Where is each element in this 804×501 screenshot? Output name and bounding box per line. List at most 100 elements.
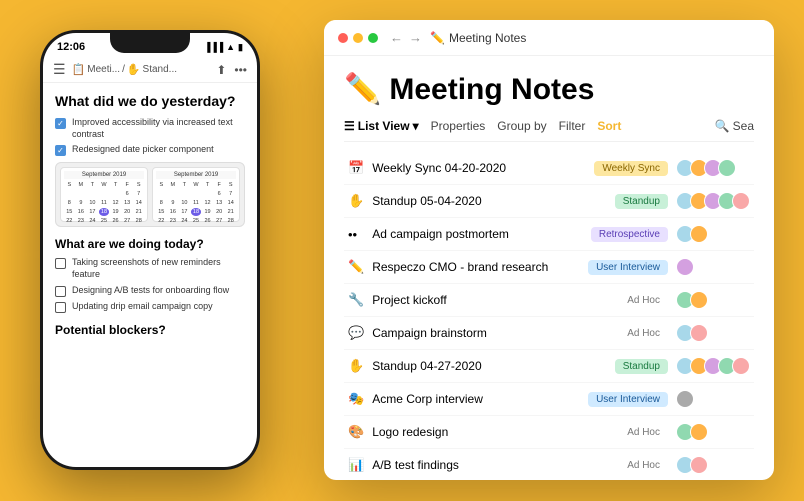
avatar <box>690 423 708 441</box>
toolbar-sort[interactable]: Sort <box>597 119 621 133</box>
row-tag-cell: Retrospective <box>572 218 672 251</box>
maximize-button[interactable] <box>368 33 378 43</box>
row-tag: Ad Hoc <box>619 293 668 308</box>
share-icon[interactable]: ⬆ <box>216 63 226 77</box>
row-title: Campaign brainstorm <box>368 317 572 350</box>
toolbar-group-by[interactable]: Group by <box>497 119 546 133</box>
table-row[interactable]: ••Ad campaign postmortemRetrospective <box>344 218 754 251</box>
row-emoji: 📊 <box>344 449 368 475</box>
window-title: ✏️ Meeting Notes <box>430 31 526 45</box>
table-row[interactable]: ✋Standup 04-27-2020Standup <box>344 350 754 383</box>
table-row[interactable]: 🎭Acme Corp interviewUser Interview <box>344 383 754 416</box>
calendar-image: September 2019 SMTWTFS 67 891011121314 1… <box>55 162 245 227</box>
breadcrumb-item-1[interactable]: Meeti... <box>87 64 120 75</box>
phone: 12:06 ▐▐▐ ▲ ▮ ☰ 📋 Meeti... / ✋ Stand... … <box>40 30 260 470</box>
row-tag[interactable]: Standup <box>615 194 668 209</box>
avatar <box>690 291 708 309</box>
check-text-1: Redesigned date picker component <box>72 144 214 156</box>
list-view-icon: ☰ <box>344 119 355 133</box>
close-button[interactable] <box>338 33 348 43</box>
row-avatars <box>672 449 754 475</box>
minimize-button[interactable] <box>353 33 363 43</box>
check-item-3: Designing A/B tests for onboarding flow <box>55 285 245 297</box>
row-tag[interactable]: User Interview <box>588 260 668 275</box>
row-title: Respeczo CMO - brand research <box>368 251 572 284</box>
checkbox-2[interactable] <box>55 258 66 269</box>
row-avatars <box>672 185 754 218</box>
sort-label: Sort <box>597 119 621 133</box>
phone-toolbar-actions: ⬆ ••• <box>216 63 247 77</box>
row-tag-cell: Ad Hoc <box>572 416 672 449</box>
checkbox-4[interactable] <box>55 302 66 313</box>
search-text: Sea <box>733 119 754 133</box>
back-icon[interactable]: ← <box>390 30 403 45</box>
table-row[interactable]: ✋Standup 05-04-2020Standup <box>344 185 754 218</box>
list-view-label: List View <box>358 119 410 133</box>
row-emoji: 🎭 <box>344 383 368 416</box>
avatar <box>690 456 708 474</box>
check-item-1: ✓ Redesigned date picker component <box>55 144 245 156</box>
row-tag[interactable]: Weekly Sync <box>594 161 668 176</box>
table-row[interactable]: 💬Campaign brainstormAd Hoc <box>344 317 754 350</box>
row-tag-cell: User Interview <box>572 251 672 284</box>
row-tag-cell: Weekly Sync <box>572 152 672 185</box>
properties-label: Properties <box>431 119 486 133</box>
row-title: Logo redesign <box>368 416 572 449</box>
table-row[interactable]: 🎨Logo redesignAd Hoc <box>344 416 754 449</box>
row-tag-cell: Ad Hoc <box>572 449 672 475</box>
more-icon[interactable]: ••• <box>234 63 247 77</box>
page-title: ✏️ Meeting Notes <box>344 72 754 107</box>
row-tag-cell: Standup <box>572 350 672 383</box>
row-tag: Ad Hoc <box>619 425 668 440</box>
row-emoji: ✏️ <box>344 251 368 284</box>
window-titlebar: ← → ✏️ Meeting Notes <box>324 20 774 56</box>
phone-toolbar: ☰ 📋 Meeti... / ✋ Stand... ⬆ ••• <box>43 57 257 83</box>
table-row[interactable]: 🔧Project kickoff Ad Hoc <box>344 284 754 317</box>
list-view-chevron: ▾ <box>413 119 419 133</box>
avatar <box>690 225 708 243</box>
row-tag[interactable]: User Interview <box>588 392 668 407</box>
table-row[interactable]: ✏️Respeczo CMO - brand research User Inte… <box>344 251 754 284</box>
row-emoji: 📅 <box>344 152 368 185</box>
row-tag-cell: Ad Hoc <box>572 317 672 350</box>
row-avatars <box>672 251 754 284</box>
forward-icon[interactable]: → <box>409 30 422 45</box>
section1-heading: What did we do yesterday? <box>55 93 245 109</box>
check-text-2: Taking screenshots of new reminders feat… <box>72 257 245 280</box>
breadcrumb-item-2[interactable]: Stand... <box>143 64 177 75</box>
desktop-window: ← → ✏️ Meeting Notes ✏️ Meeting Notes ☰ … <box>324 20 774 480</box>
row-title: A/B test findings <box>368 449 572 475</box>
avatar <box>718 159 736 177</box>
toolbar-properties[interactable]: Properties <box>431 119 486 133</box>
table-row[interactable]: 📅Weekly Sync 04-20-2020Weekly Sync <box>344 152 754 185</box>
toolbar-list-view[interactable]: ☰ List View ▾ <box>344 119 419 133</box>
row-avatars <box>672 383 754 416</box>
row-tag-cell: Ad Hoc <box>572 284 672 317</box>
row-title: Standup 04-27-2020 <box>368 350 572 383</box>
check-text-0: Improved accessibility via increased tex… <box>72 117 245 140</box>
table-row[interactable]: 📊A/B test findingsAd Hoc <box>344 449 754 475</box>
checkbox-3[interactable] <box>55 286 66 297</box>
breadcrumb-sep: / <box>122 64 125 75</box>
page-title-text: Meeting Notes <box>389 73 594 107</box>
window-nav: ← → <box>390 30 422 45</box>
checkbox-1[interactable]: ✓ <box>55 145 66 156</box>
row-tag[interactable]: Retrospective <box>591 227 668 242</box>
toolbar-search[interactable]: 🔍 Sea <box>715 119 754 133</box>
row-avatars <box>672 284 754 317</box>
row-title: Standup 05-04-2020 <box>368 185 572 218</box>
check-item-4: Updating drip email campaign copy <box>55 301 245 313</box>
row-title: Project kickoff <box>368 284 572 317</box>
section2-heading: What are we doing today? <box>55 237 245 251</box>
section3-heading: Potential blockers? <box>55 323 245 337</box>
row-emoji: 🔧 <box>344 284 368 317</box>
row-tag[interactable]: Standup <box>615 359 668 374</box>
row-tag-cell: User Interview <box>572 383 672 416</box>
checkbox-0[interactable]: ✓ <box>55 118 66 129</box>
phone-time: 12:06 <box>57 41 85 53</box>
group-by-label: Group by <box>497 119 546 133</box>
toolbar-filter[interactable]: Filter <box>559 119 586 133</box>
phone-notch <box>110 33 190 53</box>
menu-icon[interactable]: ☰ <box>53 61 66 78</box>
row-avatars <box>672 152 754 185</box>
